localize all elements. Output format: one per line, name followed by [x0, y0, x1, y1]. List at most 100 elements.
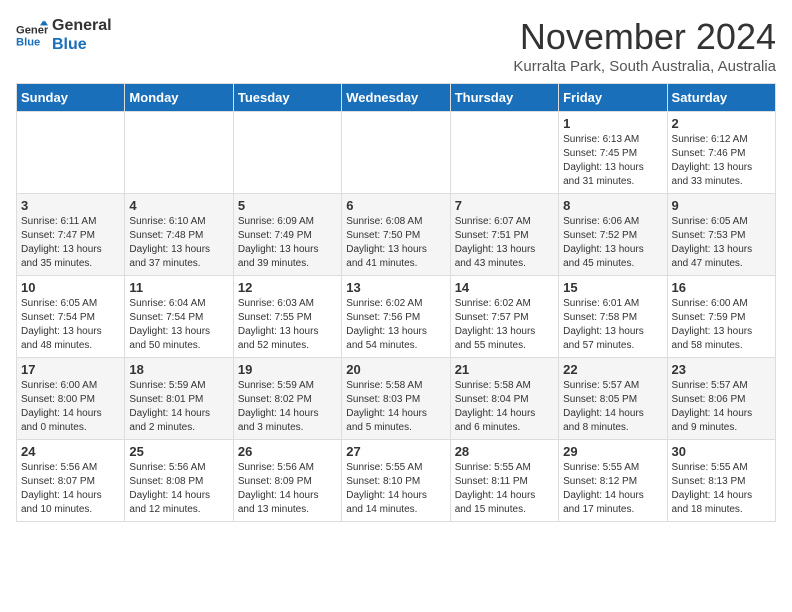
- day-number: 11: [129, 280, 228, 295]
- day-info: Sunrise: 6:04 AMSunset: 7:54 PMDaylight:…: [129, 297, 228, 353]
- calendar-cell: 17 Sunrise: 6:00 AMSunset: 8:00 PMDayligh…: [17, 358, 125, 440]
- day-info: Sunrise: 5:56 AMSunset: 8:08 PMDaylight:…: [129, 461, 228, 517]
- calendar-cell: 30Sunrise: 5:55 AMSunset: 8:13 PMDayligh…: [667, 440, 775, 522]
- day-info: Sunrise: 6:08 AMSunset: 7:50 PMDaylight:…: [346, 215, 445, 271]
- day-number: 8: [563, 198, 662, 213]
- day-info: Sunrise: 5:57 AMSunset: 8:06 PMDaylight:…: [672, 379, 771, 435]
- day-info: Sunrise: 5:55 AMSunset: 8:12 PMDaylight:…: [563, 461, 662, 517]
- day-number: 20: [346, 362, 445, 377]
- weekday-header-thursday: Thursday: [450, 84, 558, 112]
- weekday-header-friday: Friday: [559, 84, 667, 112]
- page-header: General Blue General Blue November 2024 …: [16, 16, 776, 75]
- svg-text:Blue: Blue: [16, 37, 40, 49]
- calendar-cell: [17, 112, 125, 194]
- calendar-cell: 16 Sunrise: 6:00 AMSunset: 7:59 PMDayligh…: [667, 276, 775, 358]
- day-number: 23: [672, 362, 771, 377]
- day-number: 26: [238, 444, 337, 459]
- calendar-week-row: 24 Sunrise: 5:56 AMSunset: 8:07 PMDayligh…: [17, 440, 776, 522]
- day-number: 17: [21, 362, 120, 377]
- day-info: Sunrise: 6:10 AMSunset: 7:48 PMDaylight:…: [129, 215, 228, 271]
- day-info: Sunrise: 5:59 AMSunset: 8:02 PMDaylight:…: [238, 379, 337, 435]
- day-info: Sunrise: 6:01 AMSunset: 7:58 PMDaylight:…: [563, 297, 662, 353]
- calendar-cell: 25 Sunrise: 5:56 AMSunset: 8:08 PMDayligh…: [125, 440, 233, 522]
- day-info: Sunrise: 6:02 AMSunset: 7:57 PMDaylight:…: [455, 297, 554, 353]
- calendar-cell: 12Sunrise: 6:03 AMSunset: 7:55 PMDayligh…: [233, 276, 341, 358]
- day-info: Sunrise: 5:56 AMSunset: 8:09 PMDaylight:…: [238, 461, 337, 517]
- day-info: Sunrise: 5:56 AMSunset: 8:07 PMDaylight:…: [21, 461, 120, 517]
- calendar-header-row: SundayMondayTuesdayWednesdayThursdayFrid…: [17, 84, 776, 112]
- day-info: Sunrise: 6:13 AMSunset: 7:45 PMDaylight:…: [563, 133, 662, 189]
- logo-general: General: [52, 16, 112, 35]
- calendar-cell: 8 Sunrise: 6:06 AMSunset: 7:52 PMDaylight…: [559, 194, 667, 276]
- day-number: 21: [455, 362, 554, 377]
- calendar-cell: 6 Sunrise: 6:08 AMSunset: 7:50 PMDaylight…: [342, 194, 450, 276]
- day-info: Sunrise: 6:06 AMSunset: 7:52 PMDaylight:…: [563, 215, 662, 271]
- weekday-header-saturday: Saturday: [667, 84, 775, 112]
- day-number: 19: [238, 362, 337, 377]
- calendar-cell: 14 Sunrise: 6:02 AMSunset: 7:57 PMDayligh…: [450, 276, 558, 358]
- calendar-cell: 28 Sunrise: 5:55 AMSunset: 8:11 PMDayligh…: [450, 440, 558, 522]
- day-info: Sunrise: 6:07 AMSunset: 7:51 PMDaylight:…: [455, 215, 554, 271]
- day-info: Sunrise: 6:11 AMSunset: 7:47 PMDaylight:…: [21, 215, 120, 271]
- day-info: Sunrise: 6:09 AMSunset: 7:49 PMDaylight:…: [238, 215, 337, 271]
- logo-icon: General Blue: [16, 19, 48, 51]
- day-info: Sunrise: 6:05 AMSunset: 7:54 PMDaylight:…: [21, 297, 120, 353]
- calendar-cell: 10Sunrise: 6:05 AMSunset: 7:54 PMDayligh…: [17, 276, 125, 358]
- day-number: 6: [346, 198, 445, 213]
- day-info: Sunrise: 5:58 AMSunset: 8:03 PMDaylight:…: [346, 379, 445, 435]
- day-info: Sunrise: 5:55 AMSunset: 8:13 PMDaylight:…: [672, 461, 771, 517]
- weekday-header-monday: Monday: [125, 84, 233, 112]
- day-info: Sunrise: 5:55 AMSunset: 8:11 PMDaylight:…: [455, 461, 554, 517]
- title-block: November 2024 Kurralta Park, South Austr…: [513, 16, 776, 75]
- calendar-cell: 19 Sunrise: 5:59 AMSunset: 8:02 PMDayligh…: [233, 358, 341, 440]
- calendar-table: SundayMondayTuesdayWednesdayThursdayFrid…: [16, 83, 776, 522]
- day-number: 1: [563, 116, 662, 131]
- calendar-cell: 22 Sunrise: 5:57 AMSunset: 8:05 PMDayligh…: [559, 358, 667, 440]
- calendar-cell: 7Sunrise: 6:07 AMSunset: 7:51 PMDaylight…: [450, 194, 558, 276]
- day-number: 18: [129, 362, 228, 377]
- day-number: 28: [455, 444, 554, 459]
- calendar-cell: 15 Sunrise: 6:01 AMSunset: 7:58 PMDayligh…: [559, 276, 667, 358]
- calendar-cell: 3 Sunrise: 6:11 AMSunset: 7:47 PMDaylight…: [17, 194, 125, 276]
- calendar-cell: 21 Sunrise: 5:58 AMSunset: 8:04 PMDayligh…: [450, 358, 558, 440]
- day-info: Sunrise: 6:00 AMSunset: 8:00 PMDaylight:…: [21, 379, 120, 435]
- calendar-cell: 29 Sunrise: 5:55 AMSunset: 8:12 PMDayligh…: [559, 440, 667, 522]
- day-number: 9: [672, 198, 771, 213]
- day-info: Sunrise: 5:57 AMSunset: 8:05 PMDaylight:…: [563, 379, 662, 435]
- calendar-cell: 2Sunrise: 6:12 AMSunset: 7:46 PMDaylight…: [667, 112, 775, 194]
- calendar-cell: 20 Sunrise: 5:58 AMSunset: 8:03 PMDayligh…: [342, 358, 450, 440]
- calendar-cell: [450, 112, 558, 194]
- calendar-cell: 11 Sunrise: 6:04 AMSunset: 7:54 PMDayligh…: [125, 276, 233, 358]
- day-number: 27: [346, 444, 445, 459]
- logo: General Blue General Blue: [16, 16, 112, 54]
- day-number: 29: [563, 444, 662, 459]
- calendar-cell: 23 Sunrise: 5:57 AMSunset: 8:06 PMDayligh…: [667, 358, 775, 440]
- calendar-cell: 1 Sunrise: 6:13 AMSunset: 7:45 PMDaylight…: [559, 112, 667, 194]
- calendar-week-row: 17 Sunrise: 6:00 AMSunset: 8:00 PMDayligh…: [17, 358, 776, 440]
- day-number: 13: [346, 280, 445, 295]
- calendar-cell: 27Sunrise: 5:55 AMSunset: 8:10 PMDayligh…: [342, 440, 450, 522]
- calendar-cell: 13Sunrise: 6:02 AMSunset: 7:56 PMDayligh…: [342, 276, 450, 358]
- calendar-cell: [342, 112, 450, 194]
- day-number: 15: [563, 280, 662, 295]
- weekday-header-wednesday: Wednesday: [342, 84, 450, 112]
- logo-blue: Blue: [52, 35, 112, 54]
- day-number: 3: [21, 198, 120, 213]
- day-info: Sunrise: 5:58 AMSunset: 8:04 PMDaylight:…: [455, 379, 554, 435]
- calendar-cell: 9Sunrise: 6:05 AMSunset: 7:53 PMDaylight…: [667, 194, 775, 276]
- calendar-cell: 4 Sunrise: 6:10 AMSunset: 7:48 PMDaylight…: [125, 194, 233, 276]
- day-number: 16: [672, 280, 771, 295]
- day-info: Sunrise: 6:00 AMSunset: 7:59 PMDaylight:…: [672, 297, 771, 353]
- day-number: 12: [238, 280, 337, 295]
- month-title: November 2024: [513, 16, 776, 58]
- day-number: 24: [21, 444, 120, 459]
- day-number: 25: [129, 444, 228, 459]
- location-title: Kurralta Park, South Australia, Australi…: [513, 58, 776, 75]
- day-number: 4: [129, 198, 228, 213]
- calendar-cell: 18Sunrise: 5:59 AMSunset: 8:01 PMDayligh…: [125, 358, 233, 440]
- day-number: 14: [455, 280, 554, 295]
- calendar-week-row: 1 Sunrise: 6:13 AMSunset: 7:45 PMDaylight…: [17, 112, 776, 194]
- day-number: 22: [563, 362, 662, 377]
- calendar-cell: [125, 112, 233, 194]
- day-number: 2: [672, 116, 771, 131]
